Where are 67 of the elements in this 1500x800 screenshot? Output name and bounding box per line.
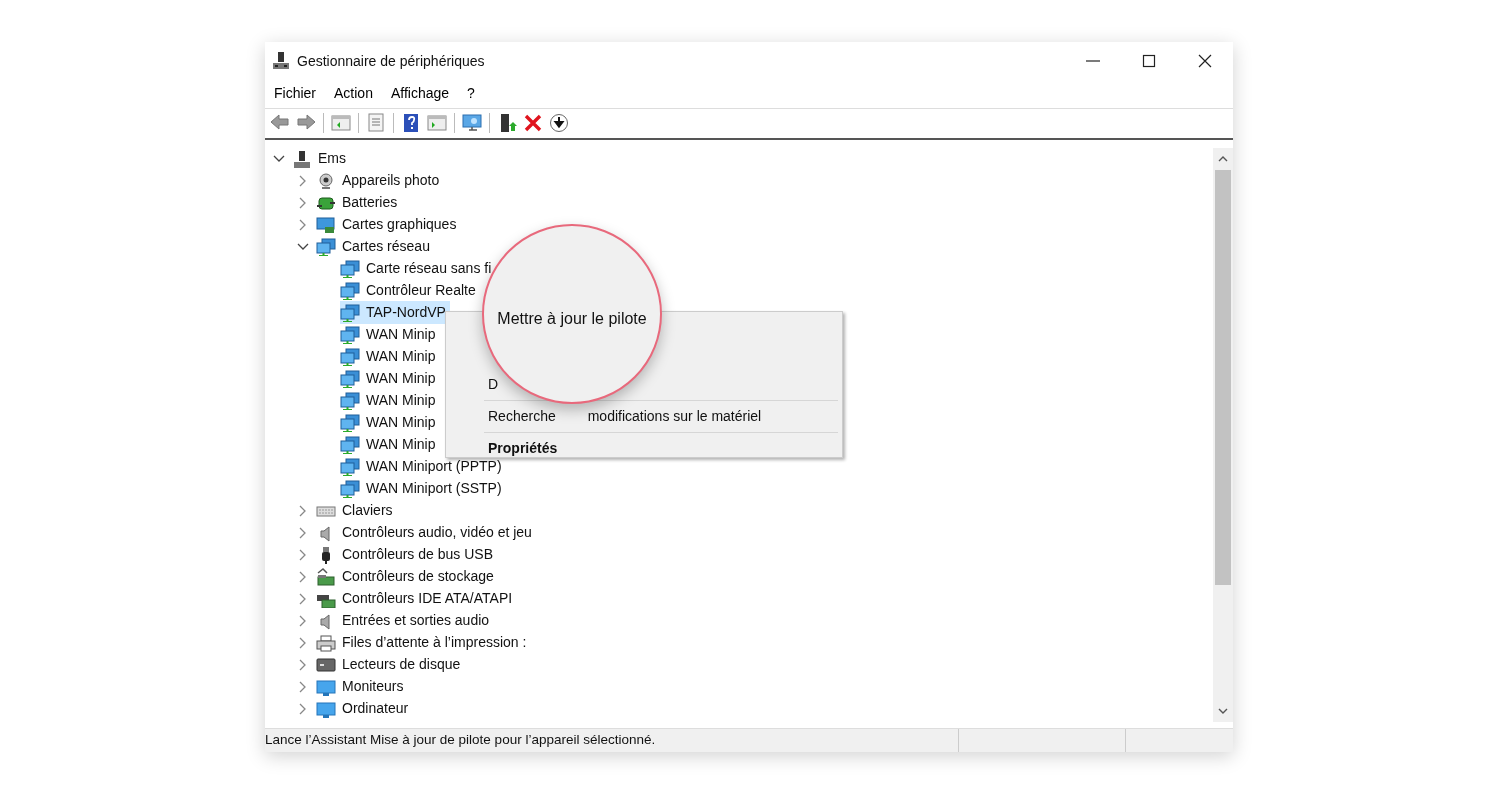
tree-item[interactable]: Claviers: [340, 499, 395, 523]
webcam-icon: [316, 171, 336, 190]
tree-item[interactable]: Moniteurs: [340, 675, 406, 699]
tree-item[interactable]: WAN Minip: [364, 367, 438, 391]
tree-item[interactable]: Appareils photo: [340, 169, 442, 193]
network-icon: [340, 457, 360, 476]
scroll-thumb[interactable]: [1215, 169, 1231, 585]
delete-icon: [523, 113, 543, 134]
scrollbar[interactable]: [1213, 147, 1233, 723]
tree-item[interactable]: Contrôleurs de stockage: [340, 565, 496, 589]
tree-item[interactable]: WAN Minip: [364, 323, 438, 347]
tree-item[interactable]: Ems: [316, 147, 348, 171]
monitor-icon: [316, 699, 336, 718]
tree-item[interactable]: Contrôleurs IDE ATA/ATAPI: [340, 587, 515, 611]
network-icon: [316, 237, 336, 256]
console-tree-icon: [331, 113, 351, 134]
tree-item[interactable]: WAN Minip: [364, 389, 438, 413]
scroll-up-icon[interactable]: [1218, 154, 1228, 163]
tree-item[interactable]: Batteries: [340, 191, 400, 215]
menu-item-text[interactable]: Recherche: [488, 406, 556, 427]
network-icon: [340, 303, 360, 322]
network-icon: [340, 281, 360, 300]
scroll-down-icon[interactable]: [1218, 707, 1228, 716]
download-icon: [549, 113, 569, 134]
action-pane-icon: [427, 113, 447, 134]
network-icon: [340, 479, 360, 498]
maximize-icon: [1142, 54, 1156, 68]
computer-icon: [292, 149, 312, 168]
network-icon: [340, 325, 360, 344]
status-text: Lance l’Assistant Mise à jour de pilote pour l’appareil sélectionné.: [265, 731, 657, 750]
window-title: Gestionnaire de périphériques: [297, 51, 486, 71]
computer-icon: [271, 51, 291, 71]
tree-item[interactable]: Cartes graphiques: [340, 213, 459, 237]
tree-item[interactable]: WAN Minip: [364, 411, 438, 435]
network-icon: [340, 435, 360, 454]
properties-icon: [366, 113, 386, 134]
menu-item[interactable]: Affichage: [381, 81, 459, 107]
display-adapter-icon: [316, 215, 336, 234]
tree-item[interactable]: Entrées et sorties audio: [340, 609, 492, 633]
tree-item[interactable]: Ordinateur: [340, 697, 411, 721]
menu-item[interactable]: Fichier: [265, 81, 325, 107]
close-icon: [1198, 54, 1212, 68]
monitor-icon: [316, 677, 336, 696]
tree-item[interactable]: WAN Minip: [364, 433, 438, 457]
menu-item[interactable]: ?: [458, 81, 484, 107]
network-icon: [340, 391, 360, 410]
tree-item[interactable]: WAN Miniport (SSTP): [364, 477, 504, 501]
network-icon: [340, 413, 360, 432]
tree-item[interactable]: Contrôleurs audio, vidéo et jeu: [340, 521, 534, 545]
tree-item[interactable]: WAN Minip: [364, 345, 438, 369]
network-icon: [340, 369, 360, 388]
printer-icon: [316, 633, 336, 652]
menu-item[interactable]: Action: [325, 81, 382, 107]
menu-item-text[interactable]: Mettre à jour le pilote: [497, 307, 647, 331]
menu-item-text[interactable]: modifications sur le matériel: [587, 406, 762, 427]
tree-item[interactable]: Files d’attente à l’impression :: [340, 631, 529, 655]
minimize-icon: [1086, 60, 1100, 62]
disk-drive-icon: [316, 655, 336, 674]
network-icon: [340, 259, 360, 278]
help-icon: [401, 113, 421, 134]
network-icon: [340, 347, 360, 366]
tree-item[interactable]: Contrôleur Realte: [364, 279, 478, 303]
monitor-scan-icon: [462, 113, 482, 134]
tree-item[interactable]: Lecteurs de disque: [340, 653, 463, 677]
tree-item[interactable]: Contrôleurs de bus USB: [340, 543, 495, 567]
tree-item[interactable]: Cartes réseau: [340, 235, 432, 259]
storage-icon: [316, 567, 336, 586]
